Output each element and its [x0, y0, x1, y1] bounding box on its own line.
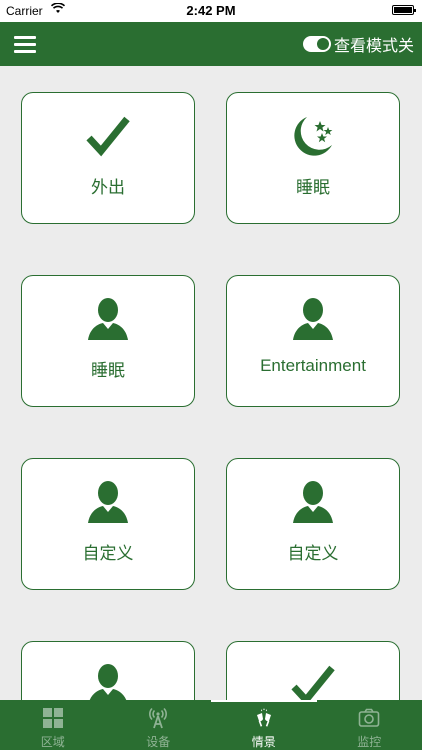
tab-label: 监控	[357, 735, 382, 749]
tab-area[interactable]: 区域	[0, 700, 106, 750]
person-icon	[22, 662, 194, 700]
grid-icon	[0, 707, 106, 729]
hamburger-line	[14, 43, 36, 46]
antenna-icon	[106, 707, 212, 729]
nav-bar: 查看模式关	[0, 22, 422, 66]
scene-card-8[interactable]	[226, 641, 400, 700]
scene-label: 睡眠	[296, 178, 330, 197]
hamburger-line	[14, 36, 36, 39]
tab-label: 区域	[40, 735, 65, 749]
view-mode-label: 查看模式关	[333, 38, 414, 55]
scene-card-custom[interactable]: 自定义	[21, 458, 195, 590]
person-icon	[227, 296, 399, 342]
checkmark-icon	[227, 662, 399, 700]
tab-bar: 区域 设备 情景 监控	[0, 700, 422, 750]
scene-label: Entertainment	[260, 356, 366, 375]
toggle-switch-icon[interactable]	[302, 36, 331, 52]
tab-device[interactable]: 设备	[106, 700, 212, 750]
camera-icon	[317, 707, 422, 729]
moon-stars-icon	[227, 113, 399, 159]
scene-card-7[interactable]	[21, 641, 195, 700]
hamburger-line	[14, 50, 36, 53]
person-icon	[22, 479, 194, 525]
tab-monitor[interactable]: 监控	[317, 700, 422, 750]
menu-button[interactable]	[14, 36, 36, 53]
tab-label: 设备	[146, 735, 171, 749]
battery-icon	[392, 5, 416, 15]
scene-label: 睡眠	[91, 361, 125, 380]
tab-scene[interactable]: 情景	[211, 700, 317, 750]
scene-card-sleep[interactable]: 睡眠	[226, 92, 400, 224]
tab-label: 情景	[251, 735, 276, 749]
scene-label: 自定义	[287, 544, 339, 563]
checkmark-icon	[22, 113, 194, 159]
person-icon	[22, 296, 194, 342]
status-bar: Carrier 2:42 PM	[0, 0, 422, 22]
scene-grid: 外出 睡眠 睡眠 Entertainment 自定义 自定义	[0, 66, 422, 700]
scene-card-sleep-2[interactable]: 睡眠	[21, 275, 195, 407]
status-time: 2:42 PM	[186, 3, 236, 18]
view-mode-toggle[interactable]: 查看模式关	[302, 32, 414, 56]
scene-card-outing[interactable]: 外出	[21, 92, 195, 224]
scene-label: 自定义	[82, 544, 134, 563]
person-icon	[227, 479, 399, 525]
scene-label: 外出	[91, 178, 125, 197]
scene-card-custom-2[interactable]: 自定义	[226, 458, 400, 590]
scene-card-entertainment[interactable]: Entertainment	[226, 275, 400, 407]
cheers-icon	[211, 707, 317, 729]
